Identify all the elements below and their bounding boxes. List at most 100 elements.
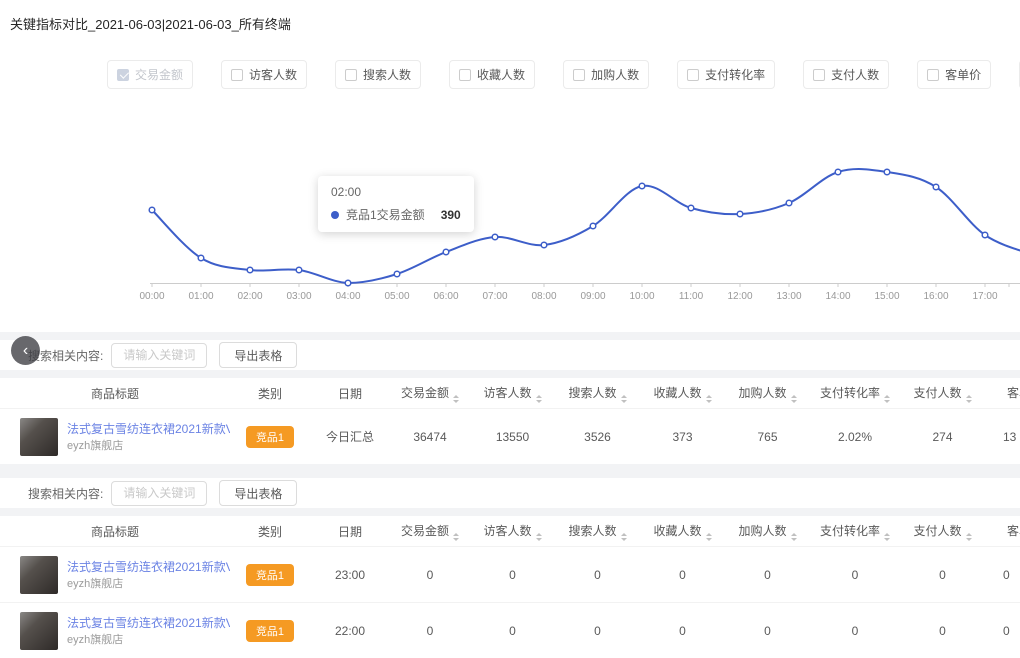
metric-toggle[interactable]: 收藏人数: [449, 60, 535, 89]
checkbox-icon: [459, 69, 471, 81]
column-header[interactable]: 交易金额: [390, 522, 470, 541]
checkbox-icon: [231, 69, 243, 81]
sort-icon[interactable]: [536, 395, 542, 403]
sort-icon[interactable]: [966, 395, 972, 403]
metric-value: 0: [390, 624, 470, 638]
svg-text:13:00: 13:00: [776, 291, 801, 302]
metric-value: 765: [725, 430, 810, 444]
sort-icon[interactable]: [536, 533, 542, 541]
column-header[interactable]: 支付转化率: [810, 522, 900, 541]
shop-name: eyzh旗舰店: [67, 634, 123, 646]
column-header-label: 交易金额: [401, 386, 449, 400]
column-header[interactable]: 加购人数: [725, 384, 810, 403]
product-thumbnail[interactable]: [20, 556, 58, 594]
svg-text:04:00: 04:00: [335, 291, 360, 302]
sort-icon[interactable]: [966, 533, 972, 541]
product-thumbnail[interactable]: [20, 612, 58, 650]
product-thumbnail[interactable]: [20, 418, 58, 456]
svg-text:09:00: 09:00: [580, 291, 605, 302]
svg-text:10:00: 10:00: [629, 291, 654, 302]
metric-label: 访客人数: [249, 66, 297, 83]
product-link[interactable]: 法式复古雪纺连衣裙2021新款V领气质...: [67, 614, 230, 631]
revenue-line-chart[interactable]: 00:0001:0002:0003:0004:0005:0006:0007:00…: [0, 100, 1020, 312]
column-header[interactable]: 客单价: [985, 522, 1020, 541]
column-header[interactable]: 收藏人数: [640, 384, 725, 403]
keyword-input[interactable]: [111, 481, 207, 506]
date-cell: 22:00: [310, 624, 390, 638]
sort-icon[interactable]: [884, 533, 890, 541]
sort-icon[interactable]: [706, 533, 712, 541]
column-header[interactable]: 访客人数: [470, 522, 555, 541]
column-header[interactable]: 支付人数: [900, 522, 985, 541]
metric-toggle[interactable]: 客单价: [917, 60, 991, 89]
metric-value: 0: [985, 624, 1020, 638]
column-header[interactable]: 支付转化率: [810, 384, 900, 403]
column-header[interactable]: 交易金额: [390, 384, 470, 403]
sort-icon[interactable]: [791, 395, 797, 403]
column-header-label: 加购人数: [738, 386, 786, 400]
column-header-label: 加购人数: [738, 524, 786, 538]
metric-value: 3526: [555, 430, 640, 444]
table2: 商品标题 类别 日期 交易金额 访客人数 搜索人数 收藏人数 加购人数 支付转化…: [0, 516, 1020, 658]
sort-icon[interactable]: [621, 533, 627, 541]
category-badge: 竞品1: [246, 426, 294, 448]
sort-icon[interactable]: [453, 533, 459, 541]
metric-value: 0: [725, 568, 810, 582]
sort-icon[interactable]: [453, 395, 459, 403]
checkbox-icon: [345, 69, 357, 81]
metric-label: 搜索人数: [363, 66, 411, 83]
column-header-label: 收藏人数: [653, 386, 701, 400]
metric-toggle[interactable]: 交易金额: [107, 60, 193, 89]
metric-value: 13550: [470, 430, 555, 444]
collapse-button[interactable]: ‹: [11, 336, 40, 365]
column-header-label: 客单价: [1007, 524, 1020, 538]
metric-value: 0: [390, 568, 470, 582]
column-header-label: 访客人数: [483, 524, 531, 538]
table1-header-row: 商品标题 类别 日期 交易金额 访客人数 搜索人数 收藏人数 加购人数 支付转化…: [0, 378, 1020, 408]
svg-text:01:00: 01:00: [188, 291, 213, 302]
shop-name: eyzh旗舰店: [67, 578, 123, 590]
sort-icon[interactable]: [791, 533, 797, 541]
metric-value: 0: [900, 624, 985, 638]
sort-icon[interactable]: [884, 395, 890, 403]
metric-toggle[interactable]: 访客人数: [221, 60, 307, 89]
tooltip-series-label: 竞品1交易金额: [346, 206, 425, 223]
metric-value: 0: [810, 568, 900, 582]
category-cell: 竞品1: [230, 564, 310, 586]
column-header[interactable]: 支付人数: [900, 384, 985, 403]
date-cell: 今日汇总: [310, 428, 390, 445]
metric-toggle[interactable]: 加购人数: [563, 60, 649, 89]
column-header-label: 搜索人数: [568, 386, 616, 400]
export-table-button[interactable]: 导出表格: [219, 480, 297, 506]
column-header-label: 搜索人数: [568, 524, 616, 538]
series-dot-icon: [331, 211, 339, 219]
product-link[interactable]: 法式复古雪纺连衣裙2021新款V领气质...: [67, 420, 230, 437]
metric-value: 0: [725, 624, 810, 638]
column-header-label: 支付人数: [913, 524, 961, 538]
sort-icon[interactable]: [706, 395, 712, 403]
keyword-input[interactable]: [111, 343, 207, 368]
column-header: 商品标题: [0, 385, 230, 402]
column-header[interactable]: 收藏人数: [640, 522, 725, 541]
sort-icon[interactable]: [621, 395, 627, 403]
column-header-label: 商品标题: [91, 525, 139, 539]
column-header-label: 商品标题: [91, 387, 139, 401]
metric-label: 交易金额: [135, 66, 183, 83]
product-cell: 法式复古雪纺连衣裙2021新款V领气质... eyzh旗舰店: [0, 418, 230, 456]
column-header-label: 访客人数: [483, 386, 531, 400]
metric-toggle[interactable]: 搜索人数: [335, 60, 421, 89]
metric-toggle-bar: 交易金额 访客人数 搜索人数 收藏人数 加购人数 支付转化率 支付人数 客单价: [107, 60, 1020, 89]
category-badge: 竞品1: [246, 620, 294, 642]
metric-toggle[interactable]: 支付人数: [803, 60, 889, 89]
chart-panel: 关键指标对比_2021-06-03|2021-06-03_所有终端 交易金额 访…: [0, 0, 1020, 332]
column-header[interactable]: 客单价: [985, 384, 1020, 403]
column-header[interactable]: 访客人数: [470, 384, 555, 403]
metric-value: 373: [640, 430, 725, 444]
export-table-button[interactable]: 导出表格: [219, 342, 297, 368]
column-header[interactable]: 搜索人数: [555, 384, 640, 403]
metric-toggle[interactable]: 支付转化率: [677, 60, 775, 89]
column-header[interactable]: 加购人数: [725, 522, 810, 541]
column-header[interactable]: 搜索人数: [555, 522, 640, 541]
metric-value: 0: [470, 624, 555, 638]
product-link[interactable]: 法式复古雪纺连衣裙2021新款V领气质...: [67, 558, 230, 575]
